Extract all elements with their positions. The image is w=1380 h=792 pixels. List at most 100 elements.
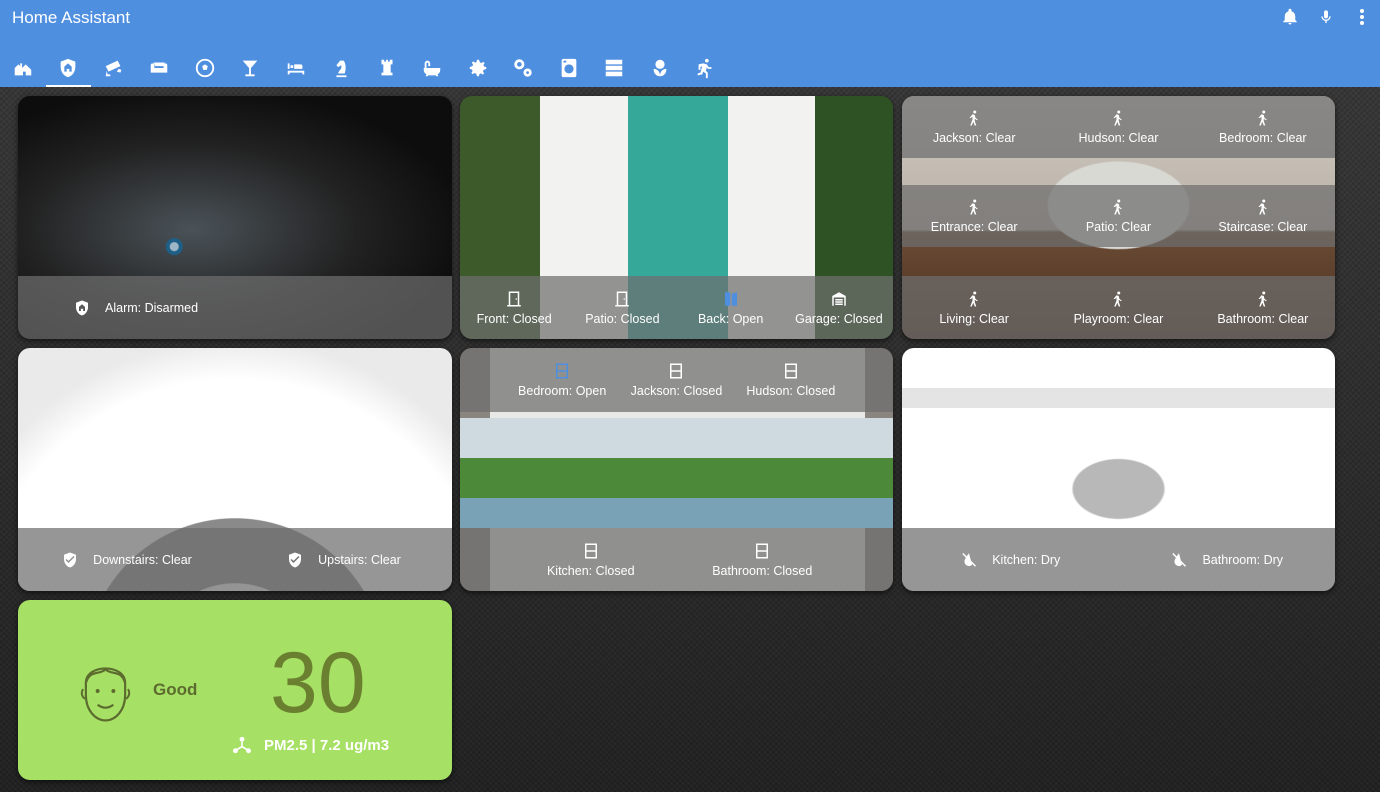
- tab-home[interactable]: [0, 48, 46, 87]
- alarm-status[interactable]: Alarm: Disarmed: [73, 299, 198, 317]
- sofa-icon: [151, 62, 168, 73]
- air-detail-text: PM2.5 | 7.2 ug/m3: [264, 736, 390, 754]
- leak-card: Kitchen: Dry Bathroom: Dry: [902, 348, 1335, 591]
- tab-run[interactable]: [683, 48, 729, 87]
- motion-sensor-label: Playroom: Clear: [1073, 311, 1164, 326]
- tab-soccer[interactable]: [182, 48, 228, 87]
- motion-sensor-label: Hudson: Clear: [1078, 131, 1159, 145]
- motion-icon: [1258, 199, 1267, 215]
- cctv-icon: [105, 60, 122, 76]
- leak-sensor[interactable]: Bathroom: Dry: [1119, 551, 1336, 569]
- notifications-icon[interactable]: [1272, 6, 1308, 28]
- bed-icon: [287, 62, 304, 74]
- motion-sensor-label: Jackson: Clear: [932, 131, 1016, 145]
- motion-icon: [969, 199, 978, 215]
- air-quality-card[interactable]: Good 30 PM2.5 | 7.2 ug/m3: [18, 600, 452, 780]
- motion-icon: [1113, 199, 1123, 215]
- face-icon: [78, 655, 133, 725]
- motion-sensor[interactable]: Entrance: Clear: [902, 198, 1046, 234]
- tab-bed[interactable]: [273, 48, 319, 87]
- garage-icon: [832, 291, 846, 306]
- window-sensor-label: Bedroom: Open: [518, 384, 607, 398]
- motion-sensor[interactable]: Playroom: Clear: [1046, 290, 1190, 326]
- motion-sensor-label: Bathroom: Clear: [1217, 311, 1309, 326]
- window-sensor-label: Kitchen: Closed: [546, 563, 635, 578]
- motion-sensor[interactable]: Hudson: Clear: [1046, 109, 1190, 145]
- window-sensor[interactable]: Hudson: Closed: [734, 362, 848, 398]
- motion-icon: [969, 110, 978, 126]
- motion-sensor[interactable]: Jackson: Clear: [902, 109, 1046, 145]
- shield-check-icon: [64, 552, 77, 567]
- app-title: Home Assistant: [12, 8, 131, 27]
- tab-shield-home[interactable]: [45, 48, 92, 87]
- gears-icon: [514, 58, 532, 77]
- window-sensor[interactable]: Kitchen: Closed: [505, 542, 677, 578]
- microphone-icon[interactable]: [1308, 6, 1344, 28]
- window-sensor[interactable]: Bedroom: Open: [505, 362, 619, 398]
- tab-cocktail[interactable]: [228, 48, 274, 87]
- tab-flower[interactable]: [637, 48, 683, 87]
- motion-row: Entrance: Clear Patio: Clear Staircase: Cl…: [902, 185, 1335, 247]
- window-sensor[interactable]: Jackson: Closed: [619, 362, 733, 398]
- window-open-icon: [556, 363, 569, 379]
- tab-chess-knight[interactable]: [319, 48, 365, 87]
- smoke-sensor[interactable]: Downstairs: Clear: [18, 551, 235, 569]
- window-sensor-label: Jackson: Closed: [630, 384, 723, 398]
- tab-gear[interactable]: [455, 48, 501, 87]
- motion-sensor[interactable]: Patio: Clear: [1046, 198, 1190, 234]
- overflow-menu-icon[interactable]: [1344, 6, 1380, 28]
- motion-icon: [1113, 291, 1123, 306]
- tab-gears[interactable]: [501, 48, 547, 87]
- windows-bottom-bar: Kitchen: Closed Bathroom: Closed: [460, 528, 893, 591]
- smoke-sensor-label: Downstairs: Clear: [93, 552, 192, 567]
- smoke-sensor[interactable]: Upstairs: Clear: [235, 551, 452, 569]
- leak-sensor[interactable]: Kitchen: Dry: [902, 551, 1119, 569]
- motion-icon: [1113, 110, 1123, 126]
- tab-bathtub[interactable]: [410, 48, 456, 87]
- leak-bar: Kitchen: Dry Bathroom: Dry: [902, 528, 1335, 591]
- gear-icon: [469, 59, 486, 76]
- motion-sensor[interactable]: Bathroom: Clear: [1191, 290, 1335, 326]
- leak-sensor-label: Bathroom: Dry: [1202, 552, 1284, 567]
- alarm-card[interactable]: ​ Alarm: Disarmed: [18, 96, 452, 339]
- doors-bar: Front: Closed Patio: Closed Back: Open Gara…: [460, 276, 893, 339]
- motion-sensor[interactable]: Bedroom: Clear: [1191, 109, 1335, 145]
- soccer-icon: [195, 58, 214, 77]
- air-value: 30: [270, 635, 366, 731]
- door-sensor[interactable]: Front: Closed: [460, 290, 568, 326]
- chess-rook-icon: [381, 59, 393, 75]
- run-icon: [697, 58, 712, 78]
- tab-washing-machine[interactable]: [546, 48, 592, 87]
- motion-sensor[interactable]: Living: Clear: [902, 290, 1046, 326]
- shield-home-icon: [76, 300, 88, 315]
- motion-sensor-label: Staircase: Clear: [1218, 220, 1308, 234]
- motion-sensor[interactable]: Staircase: Clear: [1191, 198, 1335, 234]
- water-off-icon: [1172, 552, 1187, 567]
- door-sensor-label: Garage: Closed: [795, 311, 883, 326]
- doors-card: Front: Closed Patio: Closed Back: Open Gara…: [460, 96, 893, 339]
- door-sensor-label: Front: Closed: [476, 311, 552, 326]
- door-sensor[interactable]: Garage: Closed: [785, 290, 893, 326]
- app-header: Home Assistant: [0, 0, 1380, 87]
- tab-server[interactable]: [592, 48, 638, 87]
- tab-cctv[interactable]: [91, 48, 137, 87]
- windows-top-bar: Bedroom: Open Jackson: Closed Hudson: Clos…: [460, 348, 893, 412]
- alarm-label: Alarm: Disarmed: [105, 300, 199, 315]
- motion-icon: [1258, 110, 1267, 126]
- header-actions: [1272, 6, 1380, 28]
- bathtub-icon: [424, 60, 441, 76]
- smoke-sensor-label: Upstairs: Clear: [318, 552, 401, 567]
- window-sensor[interactable]: Bathroom: Closed: [677, 542, 849, 578]
- air-detail: PM2.5 | 7.2 ug/m3: [232, 736, 389, 754]
- cocktail-icon: [242, 60, 258, 76]
- door-sensor-label: Back: Open: [697, 311, 764, 326]
- door-sensor[interactable]: Back: Open: [677, 290, 785, 326]
- door-closed-icon: [507, 291, 521, 306]
- washing-machine-icon: [561, 58, 577, 77]
- tab-sofa[interactable]: [137, 48, 183, 87]
- window-sensor-label: Hudson: Closed: [746, 384, 836, 398]
- tab-chess-rook[interactable]: [364, 48, 410, 87]
- door-closed-icon: [615, 291, 630, 306]
- door-sensor[interactable]: Patio: Closed: [568, 290, 676, 326]
- shield-check-icon: [289, 552, 302, 567]
